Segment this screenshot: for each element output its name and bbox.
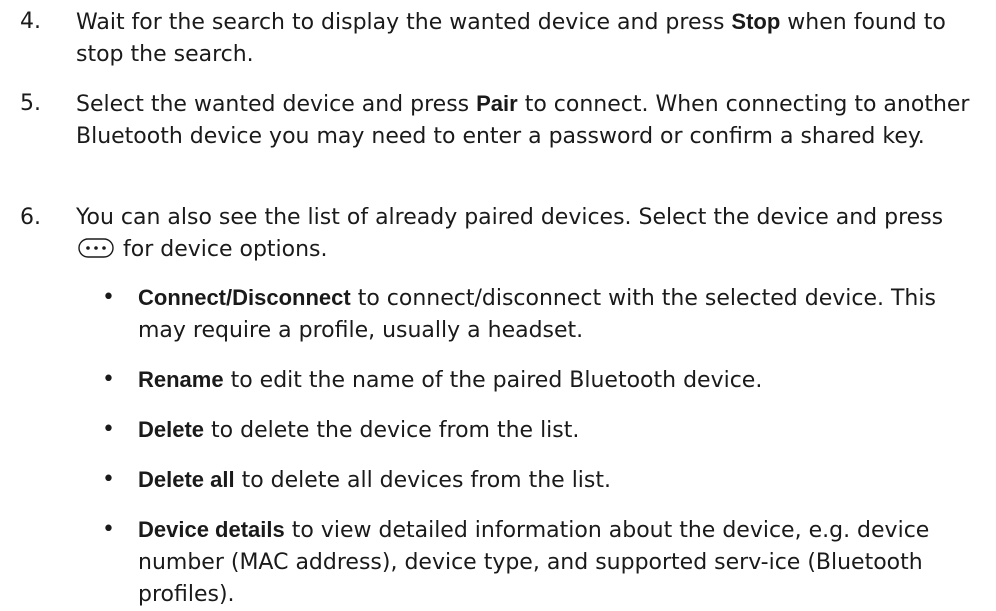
- bullet-symbol: •: [102, 417, 115, 442]
- option-text: Connect/Disconnect to connect/disconnect…: [138, 285, 936, 343]
- keyword-device-details: Device details: [138, 517, 285, 542]
- keyword-stop: Stop: [731, 9, 781, 34]
- option-text: Delete all to delete all devices from th…: [138, 467, 611, 493]
- keyword-pair: Pair: [476, 91, 518, 116]
- step-number: 4.: [20, 9, 41, 34]
- bullet-symbol: •: [102, 367, 115, 392]
- keyword-delete: Delete: [138, 417, 205, 442]
- bullet-symbol: •: [102, 285, 115, 310]
- keyword-rename: Rename: [138, 367, 224, 392]
- more-options-icon: [78, 236, 114, 258]
- manual-page: 4. Wait for the search to display the wa…: [0, 0, 996, 607]
- keyword-connect-disconnect: Connect/Disconnect: [138, 285, 351, 310]
- step-number: 5.: [20, 91, 41, 116]
- option-text: Device details to view detailed informat…: [138, 517, 930, 607]
- option-text: Rename to edit the name of the paired Bl…: [138, 367, 763, 393]
- step-text: Select the wanted device and press Pair …: [76, 91, 970, 149]
- step-text: Wait for the search to display the wante…: [76, 9, 946, 67]
- bullet-symbol: •: [102, 467, 115, 492]
- step-text: You can also see the list of already pai…: [76, 205, 944, 262]
- option-text: Delete to delete the device from the lis…: [138, 417, 580, 443]
- step-number: 6.: [20, 205, 41, 230]
- bullet-symbol: •: [102, 517, 115, 542]
- keyword-delete-all: Delete all: [138, 467, 235, 492]
